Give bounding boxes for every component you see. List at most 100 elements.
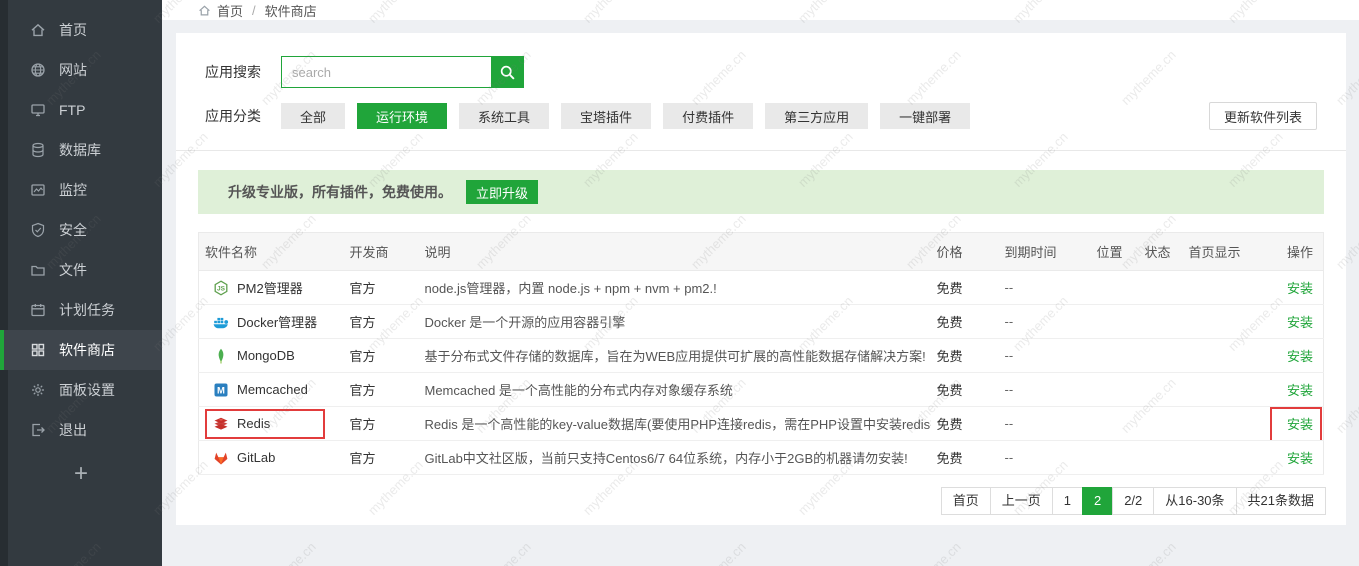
cell-home-show — [1183, 271, 1249, 305]
table-header-cell: 位置 — [1091, 233, 1139, 271]
svg-text:M: M — [217, 385, 225, 396]
sidebar-item-label: 退出 — [59, 420, 87, 440]
install-link[interactable]: 安装 — [1287, 315, 1313, 330]
category-buttons: 全部运行环境系统工具宝塔插件付费插件第三方应用一键部署 — [281, 103, 982, 129]
sidebar-item[interactable]: 文件 — [0, 250, 162, 290]
update-software-list-button[interactable]: 更新软件列表 — [1209, 102, 1317, 130]
sidebar-item[interactable]: 数据库 — [0, 130, 162, 170]
cell-action: 安装 — [1249, 441, 1324, 475]
table-row: M Memcached 官方 Memcached 是一个高性能的分布式内存对象缓… — [199, 373, 1324, 407]
cell-price: 免费 — [931, 407, 999, 441]
cell-name: Docker管理器 — [199, 305, 344, 339]
search-label: 应用搜索 — [205, 62, 267, 82]
cell-status — [1139, 305, 1183, 339]
table-row: Docker管理器 官方 Docker 是一个开源的应用容器引擎 免费 -- 安… — [199, 305, 1324, 339]
sidebar-menu: 首页 网站 FTP 数据库 监控 安全 文件 计划任务 — [0, 0, 162, 450]
breadcrumb-home[interactable]: 首页 — [198, 1, 243, 20]
sidebar-item[interactable]: FTP — [0, 90, 162, 130]
table-row: MongoDB 官方 基于分布式文件存储的数据库，旨在为WEB应用提供可扩展的高… — [199, 339, 1324, 373]
shield-icon — [30, 222, 46, 238]
cell-price: 免费 — [931, 339, 999, 373]
category-button[interactable]: 第三方应用 — [765, 103, 868, 129]
home-icon — [198, 4, 211, 17]
breadcrumb: 首页 / 软件商店 — [162, 0, 1359, 20]
pagination-item[interactable]: 1 — [1052, 487, 1083, 515]
cell-home-show — [1183, 373, 1249, 407]
cell-developer: 官方 — [344, 407, 419, 441]
pagination-item[interactable]: 共21条数据 — [1236, 487, 1326, 515]
search-row: 应用搜索 — [198, 56, 1324, 88]
software-name-box: M Memcached — [205, 375, 325, 405]
table-header-row: 软件名称开发商说明价格到期时间位置状态首页显示操作 — [199, 233, 1324, 271]
cell-home-show — [1183, 407, 1249, 441]
cell-action: 安装 — [1249, 339, 1324, 373]
sidebar-item[interactable]: 退出 — [0, 410, 162, 450]
category-label: 应用分类 — [205, 106, 267, 126]
cell-description: Docker 是一个开源的应用容器引擎 — [419, 305, 931, 339]
category-button[interactable]: 全部 — [281, 103, 345, 129]
category-button[interactable]: 系统工具 — [459, 103, 549, 129]
sidebar-item[interactable]: 首页 — [0, 10, 162, 50]
cell-home-show — [1183, 339, 1249, 373]
install-link[interactable]: 安装 — [1287, 451, 1313, 466]
cell-developer: 官方 — [344, 373, 419, 407]
nodejs-icon: JS — [213, 280, 229, 296]
category-button[interactable]: 运行环境 — [357, 103, 447, 129]
sidebar-item[interactable]: 网站 — [0, 50, 162, 90]
cell-status — [1139, 373, 1183, 407]
table-header-cell: 首页显示 — [1183, 233, 1249, 271]
cell-description: Redis 是一个高性能的key-value数据库(要使用PHP连接redis，… — [419, 407, 931, 441]
install-link[interactable]: 安装 — [1287, 383, 1313, 398]
cell-name: M Memcached — [199, 373, 344, 407]
pagination: 首页上一页122/2从16-30条共21条数据 — [198, 487, 1326, 515]
cell-position — [1091, 373, 1139, 407]
cell-expire: -- — [999, 305, 1091, 339]
pagination-item[interactable]: 2 — [1082, 487, 1113, 515]
sidebar-item[interactable]: 监控 — [0, 170, 162, 210]
gear-icon — [30, 382, 46, 398]
search-icon — [499, 64, 516, 81]
cell-developer: 官方 — [344, 305, 419, 339]
sidebar-item[interactable]: 计划任务 — [0, 290, 162, 330]
section-divider — [176, 150, 1346, 151]
sidebar-item[interactable]: 面板设置 — [0, 370, 162, 410]
table-row: Redis 官方 Redis 是一个高性能的key-value数据库(要使用PH… — [199, 407, 1324, 441]
cell-status — [1139, 339, 1183, 373]
table-header-cell: 价格 — [931, 233, 999, 271]
search-input[interactable] — [281, 56, 491, 88]
cell-description: node.js管理器，内置 node.js + npm + nvm + pm2.… — [419, 271, 931, 305]
table-header-cell: 操作 — [1249, 233, 1324, 271]
install-link[interactable]: 安装 — [1287, 417, 1313, 432]
cell-description: 基于分布式文件存储的数据库，旨在为WEB应用提供可扩展的高性能数据存储解决方案! — [419, 339, 931, 373]
table-row: JS PM2管理器 官方 node.js管理器，内置 node.js + npm… — [199, 271, 1324, 305]
install-link[interactable]: 安装 — [1287, 349, 1313, 364]
pagination-item[interactable]: 2/2 — [1112, 487, 1154, 515]
breadcrumb-separator: / — [252, 3, 256, 18]
cell-price: 免费 — [931, 373, 999, 407]
software-name-box: MongoDB — [205, 341, 325, 371]
install-link[interactable]: 安装 — [1287, 281, 1313, 296]
table-row: GitLab 官方 GitLab中文社区版，当前只支持Centos6/7 64位… — [199, 441, 1324, 475]
pagination-item[interactable]: 首页 — [941, 487, 991, 515]
home-icon — [30, 22, 46, 38]
sidebar-item[interactable]: 软件商店 — [0, 330, 162, 370]
cell-name: GitLab — [199, 441, 344, 475]
upgrade-banner: 升级专业版，所有插件，免费使用。 立即升级 — [198, 170, 1324, 214]
software-store-panel: 应用搜索 应用分类 全部运行环境系统工具宝塔插件付费插件第三方应用一键部署 更新… — [176, 33, 1346, 525]
pagination-item[interactable]: 上一页 — [990, 487, 1053, 515]
cell-expire: -- — [999, 407, 1091, 441]
category-button[interactable]: 宝塔插件 — [561, 103, 651, 129]
upgrade-now-button[interactable]: 立即升级 — [466, 180, 538, 204]
svg-text:JS: JS — [217, 285, 226, 292]
pagination-item[interactable]: 从16-30条 — [1153, 487, 1236, 515]
sidebar-item-label: 软件商店 — [59, 340, 115, 360]
sidebar-item[interactable]: 安全 — [0, 210, 162, 250]
cell-action: 安装 — [1249, 305, 1324, 339]
cell-name: MongoDB — [199, 339, 344, 373]
category-row: 应用分类 全部运行环境系统工具宝塔插件付费插件第三方应用一键部署 更新软件列表 — [198, 102, 1324, 130]
category-button[interactable]: 付费插件 — [663, 103, 753, 129]
sidebar-add-button[interactable]: + — [0, 458, 162, 490]
search-button[interactable] — [491, 56, 524, 88]
category-button[interactable]: 一键部署 — [880, 103, 970, 129]
software-name: GitLab — [237, 450, 275, 465]
